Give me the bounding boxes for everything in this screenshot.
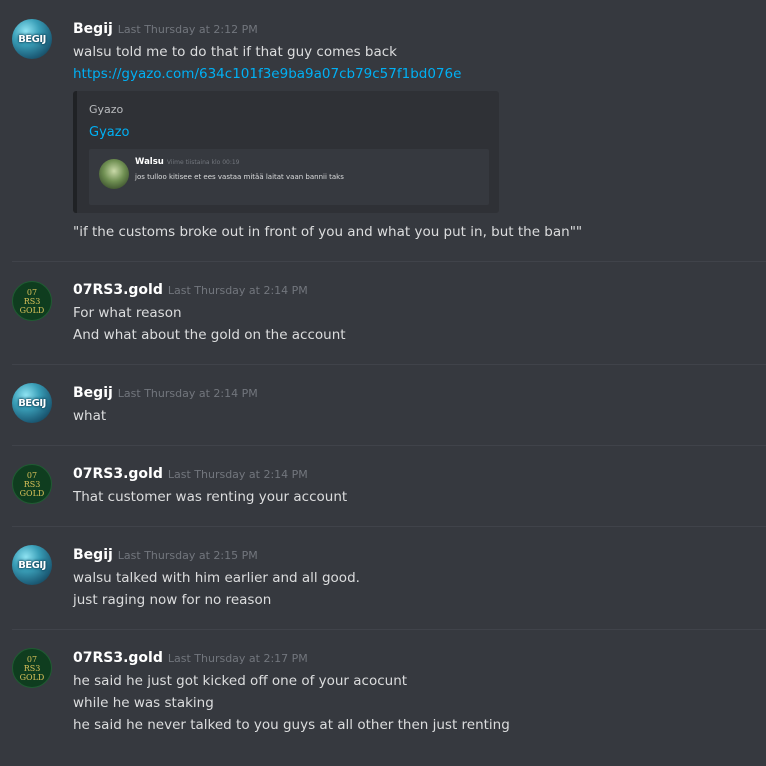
message-link[interactable]: https://gyazo.com/634c101f3e9ba9a07cb79c… bbox=[73, 66, 461, 82]
message-text: walsu told me to do that if that guy com… bbox=[73, 44, 397, 60]
avatar-text: BEGIJ bbox=[18, 559, 46, 571]
avatar-text: BEGIJ bbox=[18, 397, 46, 409]
username[interactable]: Begij Last Thursday at 2:15 PM bbox=[73, 547, 258, 563]
timestamp: Last Thursday at 2:12 PM bbox=[117, 23, 258, 36]
avatar[interactable]: 07 RS3 GOLD bbox=[12, 464, 52, 504]
divider bbox=[12, 261, 766, 262]
embed-avatar bbox=[99, 159, 129, 189]
divider bbox=[12, 629, 766, 630]
avatar[interactable]: BEGIJ bbox=[12, 383, 52, 423]
author-name[interactable]: Begij bbox=[73, 385, 113, 401]
author-name[interactable]: Begij bbox=[73, 21, 113, 37]
author-name[interactable]: 07RS3.gold bbox=[73, 650, 163, 666]
avatar[interactable]: BEGIJ bbox=[12, 19, 52, 59]
timestamp: Last Thursday at 2:17 PM bbox=[167, 652, 308, 665]
avatar-text: RS3 bbox=[23, 663, 41, 673]
username[interactable]: 07RS3.gold Last Thursday at 2:14 PM bbox=[73, 466, 308, 482]
embed-provider[interactable]: Gyazo bbox=[89, 103, 123, 116]
avatar-text: GOLD bbox=[19, 305, 45, 315]
avatar-text: 07 bbox=[26, 470, 38, 480]
message-text: he said he never talked to you guys at a… bbox=[73, 717, 510, 733]
message-text: And what about the gold on the account bbox=[73, 327, 346, 343]
avatar-text: RS3 bbox=[23, 296, 41, 306]
avatar-text: GOLD bbox=[19, 488, 45, 498]
username[interactable]: Begij Last Thursday at 2:14 PM bbox=[73, 385, 258, 401]
username[interactable]: Begij Last Thursday at 2:12 PM bbox=[73, 21, 258, 37]
divider bbox=[12, 445, 766, 446]
message-text: just raging now for no reason bbox=[73, 592, 272, 608]
embed-author: Walsu Viime tiistaina klo 00:19 bbox=[135, 157, 240, 167]
author-name[interactable]: Begij bbox=[73, 547, 113, 563]
avatar[interactable]: BEGIJ bbox=[12, 545, 52, 585]
message-text: what bbox=[73, 408, 107, 424]
author-name[interactable]: 07RS3.gold bbox=[73, 466, 163, 482]
author-name[interactable]: 07RS3.gold bbox=[73, 282, 163, 298]
link-embed: Gyazo Gyazo Walsu Viime tiistaina klo 00:… bbox=[73, 91, 499, 213]
username[interactable]: 07RS3.gold Last Thursday at 2:17 PM bbox=[73, 650, 308, 666]
message-text: walsu talked with him earlier and all go… bbox=[73, 570, 360, 586]
divider bbox=[12, 526, 766, 527]
embed-image[interactable]: Walsu Viime tiistaina klo 00:19 jos tullo… bbox=[89, 149, 489, 205]
avatar[interactable]: 07 RS3 GOLD bbox=[12, 281, 52, 321]
avatar-text: BEGIJ bbox=[18, 33, 46, 45]
avatar-text: 07 bbox=[26, 654, 38, 664]
embed-title[interactable]: Gyazo bbox=[89, 125, 130, 140]
embed-timestamp: Viime tiistaina klo 00:19 bbox=[166, 159, 240, 166]
message-text: while he was staking bbox=[73, 695, 214, 711]
timestamp: Last Thursday at 2:14 PM bbox=[117, 387, 258, 400]
avatar-text: RS3 bbox=[23, 479, 41, 489]
message-text: That customer was renting your account bbox=[73, 489, 348, 505]
avatar-text: GOLD bbox=[19, 672, 45, 682]
avatar[interactable]: 07 RS3 GOLD bbox=[12, 648, 52, 688]
message-text: For what reason bbox=[73, 305, 182, 321]
timestamp: Last Thursday at 2:14 PM bbox=[167, 284, 308, 297]
timestamp: Last Thursday at 2:15 PM bbox=[117, 549, 258, 562]
divider bbox=[12, 364, 766, 365]
timestamp: Last Thursday at 2:14 PM bbox=[167, 468, 308, 481]
embed-text: jos tulloo kitisee et ees vastaa mitää l… bbox=[135, 173, 344, 181]
message-text: he said he just got kicked off one of yo… bbox=[73, 673, 408, 689]
embed-author-name: Walsu bbox=[135, 157, 164, 167]
username[interactable]: 07RS3.gold Last Thursday at 2:14 PM bbox=[73, 282, 308, 298]
avatar-text: 07 bbox=[26, 287, 38, 297]
message-text: "if the customs broke out in front of yo… bbox=[73, 224, 583, 240]
